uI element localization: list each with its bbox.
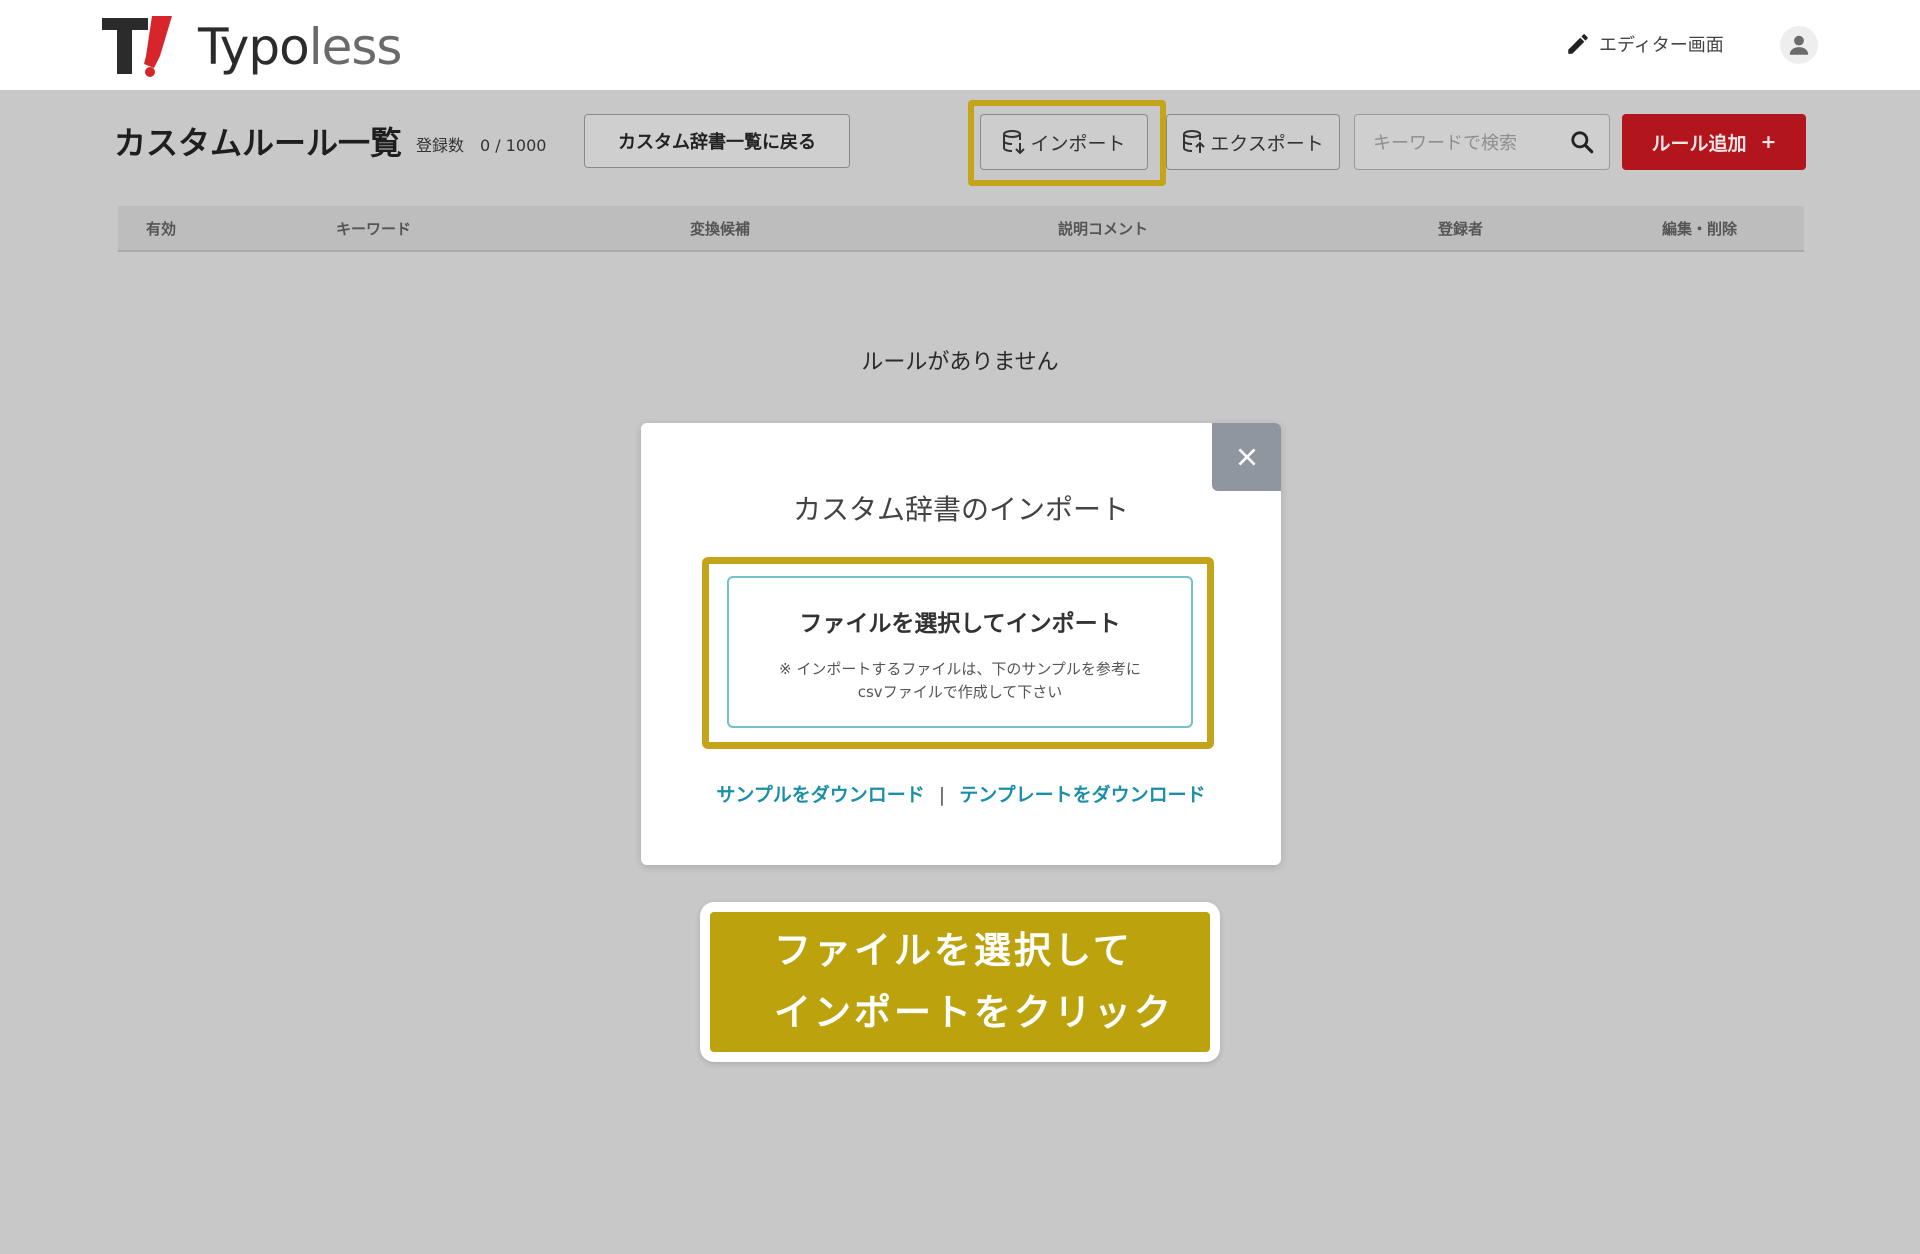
import-file-icon <box>1003 130 1026 155</box>
page-title: カスタムルール一覧 <box>114 124 403 162</box>
typoless-logo-icon <box>102 16 172 77</box>
import-button-label: インポート <box>1030 132 1126 155</box>
search-icon[interactable] <box>1569 129 1595 155</box>
download-sample-link[interactable]: サンプルをダウンロード <box>716 784 924 806</box>
file-note-line-2: csvファイルで作成して下さい <box>857 683 1063 701</box>
column-header-comment: 説明コメント <box>1058 220 1149 238</box>
column-header-candidates: 変換候補 <box>690 220 751 238</box>
export-button[interactable]: エクスポート <box>1166 114 1340 170</box>
select-file-button-title: ファイルを選択してインポート <box>799 611 1121 637</box>
instruction-callout: ファイルを選択して インポートをクリック <box>710 912 1210 1052</box>
registered-count: 登録数 0 / 1000 <box>416 136 547 155</box>
download-links: サンプルをダウンロード | テンプレートをダウンロード <box>641 780 1281 807</box>
close-icon <box>1237 448 1256 466</box>
column-header-registrant: 登録者 <box>1438 220 1484 238</box>
export-button-label: エクスポート <box>1210 132 1324 155</box>
empty-rules-message: ルールがありません <box>861 350 1059 375</box>
editor-link-label: エディター画面 <box>1599 35 1724 56</box>
column-header-edit-delete: 編集・削除 <box>1662 220 1738 238</box>
plus-icon: + <box>1760 131 1777 153</box>
add-rule-label: ルール追加 <box>1651 132 1747 155</box>
keyword-search-box[interactable] <box>1354 114 1610 170</box>
callout-line-2: インポートをクリック <box>774 991 1174 1034</box>
export-file-icon <box>1183 130 1205 153</box>
import-button[interactable]: インポート <box>980 114 1148 170</box>
file-note-line-1: ※ インポートするファイルは、下のサンプルを参考に <box>779 660 1141 678</box>
top-header: Typoless エディター画面 <box>0 0 1920 90</box>
back-to-dictionary-list-button[interactable]: カスタム辞書一覧に戻る <box>584 114 850 168</box>
dialog-close-button[interactable] <box>1212 423 1281 491</box>
column-header-keyword: キーワード <box>336 220 412 238</box>
app-logo-text: Typoless <box>198 18 402 76</box>
select-file-import-button[interactable]: ファイルを選択してインポート ※ インポートするファイルは、下のサンプルを参考に… <box>727 576 1193 728</box>
add-rule-button[interactable]: ルール追加 + <box>1622 114 1806 170</box>
column-header-enabled: 有効 <box>146 220 177 238</box>
user-icon <box>1789 35 1809 55</box>
account-avatar[interactable] <box>1780 26 1818 64</box>
callout-line-1: ファイルを選択して <box>774 929 1133 972</box>
download-template-link[interactable]: テンプレートをダウンロード <box>959 784 1205 806</box>
keyword-search-input[interactable] <box>1371 125 1555 161</box>
select-file-button-note: ※ インポートするファイルは、下のサンプルを参考に csvファイルで作成して下さ… <box>729 658 1191 704</box>
dialog-title: カスタム辞書のインポート <box>792 493 1129 526</box>
rules-table-header: 有効 キーワード 変換候補 説明コメント 登録者 編集・削除 <box>118 206 1804 252</box>
link-separator: | <box>938 784 946 806</box>
editor-screen-link[interactable]: エディター画面 <box>1565 26 1724 62</box>
pencil-icon <box>1568 34 1588 54</box>
